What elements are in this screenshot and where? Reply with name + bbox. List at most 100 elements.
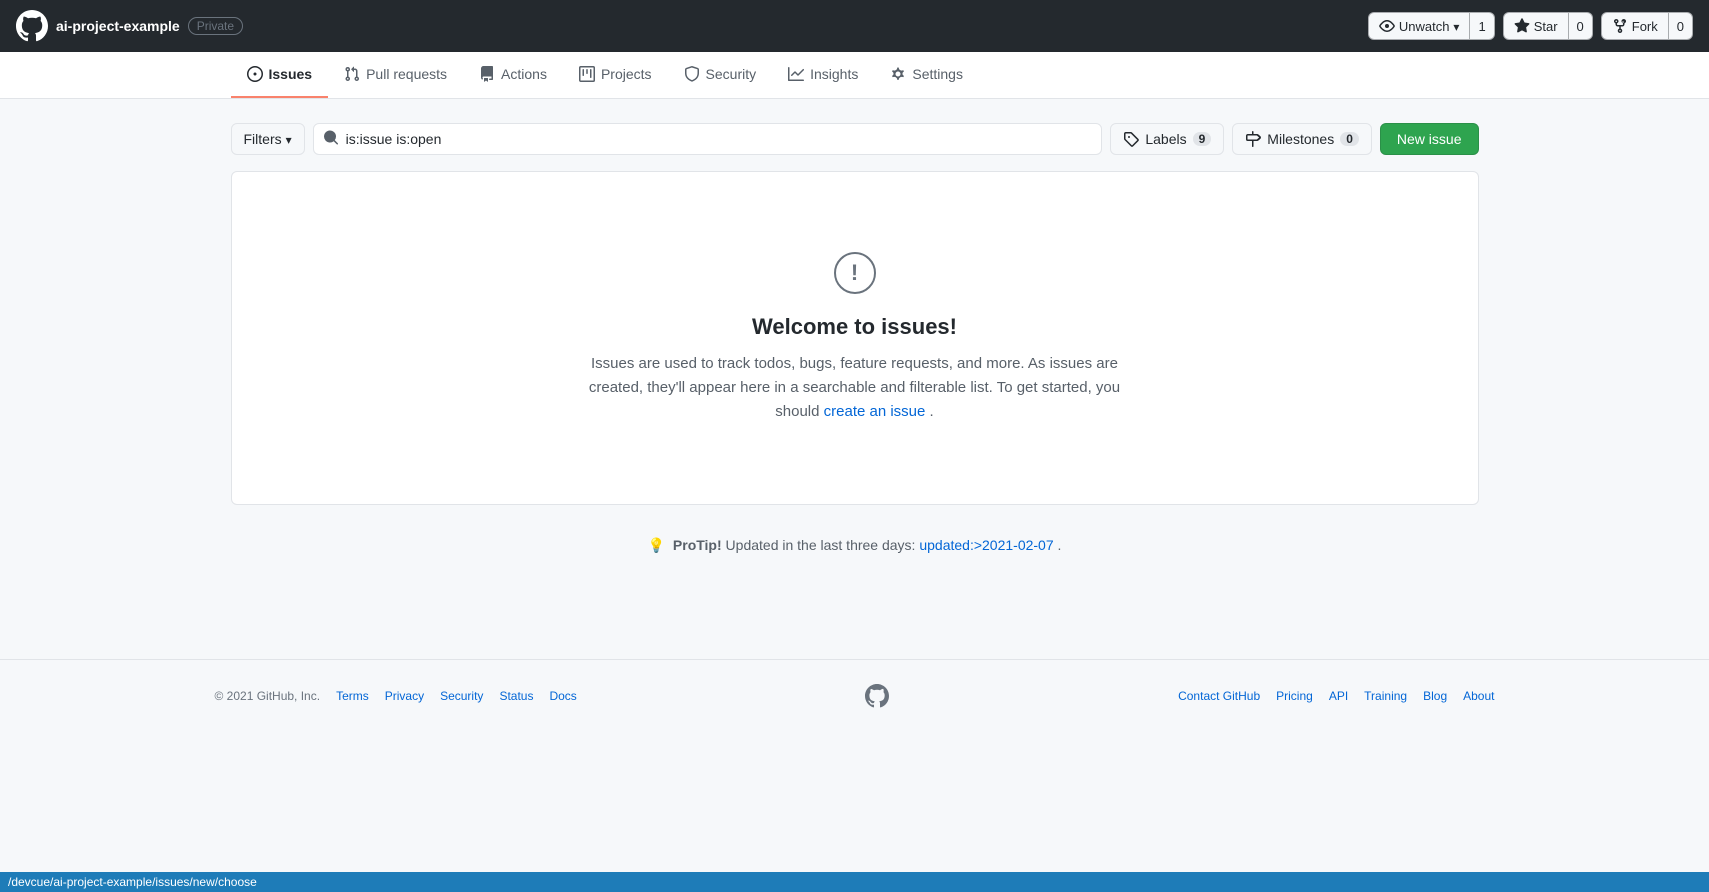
tab-actions[interactable]: Actions bbox=[463, 52, 563, 98]
unwatch-count-btn[interactable]: 1 bbox=[1469, 12, 1494, 40]
create-issue-link[interactable]: create an issue bbox=[824, 403, 926, 420]
fork-count-btn[interactable]: 0 bbox=[1668, 12, 1693, 40]
fork-button[interactable]: Fork bbox=[1601, 12, 1668, 40]
unwatch-label: Unwatch bbox=[1399, 19, 1450, 34]
tab-insights-label: Insights bbox=[810, 66, 858, 82]
status-bar: /devcue/ai-project-example/issues/new/ch… bbox=[0, 872, 1709, 892]
protip-label: ProTip! bbox=[673, 537, 722, 553]
labels-count: 9 bbox=[1193, 132, 1212, 146]
tab-insights[interactable]: Insights bbox=[772, 52, 874, 98]
top-bar-left: ai-project-example Private bbox=[16, 10, 243, 42]
settings-icon bbox=[890, 66, 906, 82]
fork-count: 0 bbox=[1677, 19, 1684, 34]
footer-link-docs[interactable]: Docs bbox=[549, 689, 576, 703]
footer-link-status[interactable]: Status bbox=[499, 689, 533, 703]
tab-projects[interactable]: Projects bbox=[563, 52, 668, 98]
star-count-btn[interactable]: 0 bbox=[1568, 12, 1593, 40]
search-icon bbox=[323, 130, 339, 149]
pr-icon bbox=[344, 66, 360, 82]
top-navigation-bar: ai-project-example Private Unwatch 1 Sta… bbox=[0, 0, 1709, 52]
tab-security[interactable]: Security bbox=[668, 52, 773, 98]
footer-center bbox=[865, 684, 889, 708]
tab-pr-label: Pull requests bbox=[366, 66, 447, 82]
new-issue-button[interactable]: New issue bbox=[1380, 123, 1479, 155]
footer-right: Contact GitHub Pricing API Training Blog… bbox=[1178, 689, 1494, 703]
footer-link-api[interactable]: API bbox=[1329, 689, 1348, 703]
label-icon bbox=[1123, 131, 1139, 147]
footer: © 2021 GitHub, Inc. Terms Privacy Securi… bbox=[0, 659, 1709, 732]
repo-header: Issues Pull requests Actions Projects bbox=[0, 52, 1709, 99]
filters-label: Filters bbox=[244, 131, 282, 147]
footer-link-training[interactable]: Training bbox=[1364, 689, 1407, 703]
empty-issues-icon: ! bbox=[834, 252, 876, 294]
footer-inner: © 2021 GitHub, Inc. Terms Privacy Securi… bbox=[215, 684, 1495, 708]
footer-link-pricing[interactable]: Pricing bbox=[1276, 689, 1313, 703]
footer-github-logo bbox=[865, 684, 889, 708]
unwatch-count: 1 bbox=[1478, 19, 1485, 34]
footer-link-terms[interactable]: Terms bbox=[336, 689, 369, 703]
tab-issues-label: Issues bbox=[269, 66, 313, 82]
footer-left: © 2021 GitHub, Inc. Terms Privacy Securi… bbox=[215, 689, 577, 703]
unwatch-button-group: Unwatch 1 bbox=[1368, 12, 1495, 40]
issues-icon bbox=[247, 66, 263, 82]
empty-state-title: Welcome to issues! bbox=[752, 314, 957, 340]
repo-navigation: Issues Pull requests Actions Projects bbox=[215, 52, 1495, 98]
star-count: 0 bbox=[1577, 19, 1584, 34]
footer-links-left: © 2021 GitHub, Inc. Terms Privacy Securi… bbox=[215, 689, 577, 703]
fork-label: Fork bbox=[1632, 19, 1658, 34]
empty-desc-after: . bbox=[930, 403, 934, 420]
issues-container: ! Welcome to issues! Issues are used to … bbox=[231, 171, 1479, 505]
top-bar-right: Unwatch 1 Star 0 Fork 0 bbox=[1368, 12, 1693, 40]
copyright: © 2021 GitHub, Inc. bbox=[215, 689, 321, 703]
unwatch-button[interactable]: Unwatch bbox=[1368, 12, 1470, 40]
search-input[interactable] bbox=[313, 123, 1103, 155]
lightbulb-icon: 💡 bbox=[648, 537, 665, 553]
fork-button-group: Fork 0 bbox=[1601, 12, 1693, 40]
actions-icon bbox=[479, 66, 495, 82]
github-logo-icon[interactable] bbox=[16, 10, 48, 42]
search-bar-container bbox=[313, 123, 1103, 155]
tab-issues[interactable]: Issues bbox=[231, 52, 329, 98]
tab-settings-label: Settings bbox=[912, 66, 963, 82]
fork-icon bbox=[1612, 18, 1628, 34]
star-label: Star bbox=[1534, 19, 1558, 34]
milestones-label: Milestones bbox=[1267, 131, 1334, 147]
footer-link-contact[interactable]: Contact GitHub bbox=[1178, 689, 1260, 703]
protip-middle: Updated in the last three days: bbox=[726, 537, 920, 553]
insights-icon bbox=[788, 66, 804, 82]
empty-state: ! Welcome to issues! Issues are used to … bbox=[232, 172, 1478, 504]
labels-label: Labels bbox=[1145, 131, 1186, 147]
tab-pull-requests[interactable]: Pull requests bbox=[328, 52, 463, 98]
tab-security-label: Security bbox=[706, 66, 757, 82]
milestones-count: 0 bbox=[1340, 132, 1359, 146]
status-url: /devcue/ai-project-example/issues/new/ch… bbox=[8, 875, 257, 889]
tab-actions-label: Actions bbox=[501, 66, 547, 82]
privacy-badge: Private bbox=[188, 17, 243, 35]
star-button-group: Star 0 bbox=[1503, 12, 1593, 40]
footer-link-security[interactable]: Security bbox=[440, 689, 483, 703]
footer-link-about[interactable]: About bbox=[1463, 689, 1494, 703]
milestones-button[interactable]: Milestones 0 bbox=[1232, 123, 1372, 155]
tab-settings[interactable]: Settings bbox=[874, 52, 979, 98]
main-content: Filters Labels 9 Milestones 0 New issue … bbox=[215, 99, 1495, 599]
repository-name: ai-project-example bbox=[56, 18, 180, 34]
footer-links-right: Contact GitHub Pricing API Training Blog… bbox=[1178, 689, 1494, 703]
filter-bar: Filters Labels 9 Milestones 0 New issue bbox=[231, 123, 1479, 155]
footer-link-blog[interactable]: Blog bbox=[1423, 689, 1447, 703]
labels-button[interactable]: Labels 9 bbox=[1110, 123, 1224, 155]
unwatch-dropdown-icon bbox=[1453, 19, 1459, 34]
star-button[interactable]: Star bbox=[1503, 12, 1568, 40]
pro-tip: 💡 ProTip! Updated in the last three days… bbox=[231, 537, 1479, 554]
milestone-icon bbox=[1245, 131, 1261, 147]
repo-link[interactable]: ai-project-example bbox=[56, 18, 180, 34]
footer-link-privacy[interactable]: Privacy bbox=[385, 689, 424, 703]
protip-link[interactable]: updated:>2021-02-07 bbox=[919, 537, 1053, 553]
projects-icon bbox=[579, 66, 595, 82]
filters-button[interactable]: Filters bbox=[231, 123, 305, 155]
security-icon bbox=[684, 66, 700, 82]
star-icon bbox=[1514, 18, 1530, 34]
filters-dropdown-icon bbox=[286, 131, 292, 147]
eye-icon bbox=[1379, 18, 1395, 34]
tab-projects-label: Projects bbox=[601, 66, 652, 82]
protip-after: . bbox=[1058, 537, 1062, 553]
